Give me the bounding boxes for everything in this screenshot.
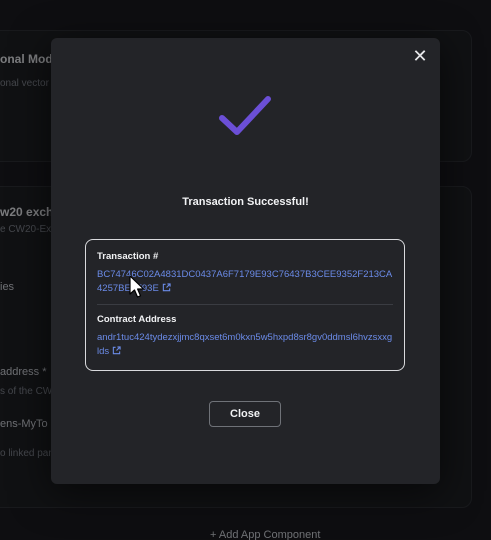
contract-address-text[interactable]: andr1tuc424tydezxjjmc8qxset6m0kxn5w5hxpd…: [97, 332, 392, 357]
external-link-icon[interactable]: [162, 283, 171, 292]
modal-title: Transaction Successful!: [182, 196, 309, 208]
external-link-icon[interactable]: [112, 346, 121, 355]
close-icon[interactable]: ✕: [410, 46, 430, 66]
divider: [97, 304, 393, 305]
contract-address-label: Contract Address: [97, 314, 177, 325]
contract-address-link[interactable]: andr1tuc424tydezxjjmc8qxset6m0kxn5w5hxpd…: [97, 331, 393, 359]
transaction-label: Transaction #: [97, 251, 159, 262]
transaction-details-box: Transaction # BC74746C02A4831DC0437A6F71…: [85, 239, 405, 371]
mouse-cursor-icon: [129, 275, 145, 298]
transaction-success-modal: ✕ Transaction Successful! Transaction # …: [51, 38, 440, 484]
checkmark-icon: [219, 96, 271, 135]
app-root: onal Modu onal vector w20 excha e CW20-E…: [0, 0, 491, 540]
close-button[interactable]: Close: [209, 401, 281, 427]
